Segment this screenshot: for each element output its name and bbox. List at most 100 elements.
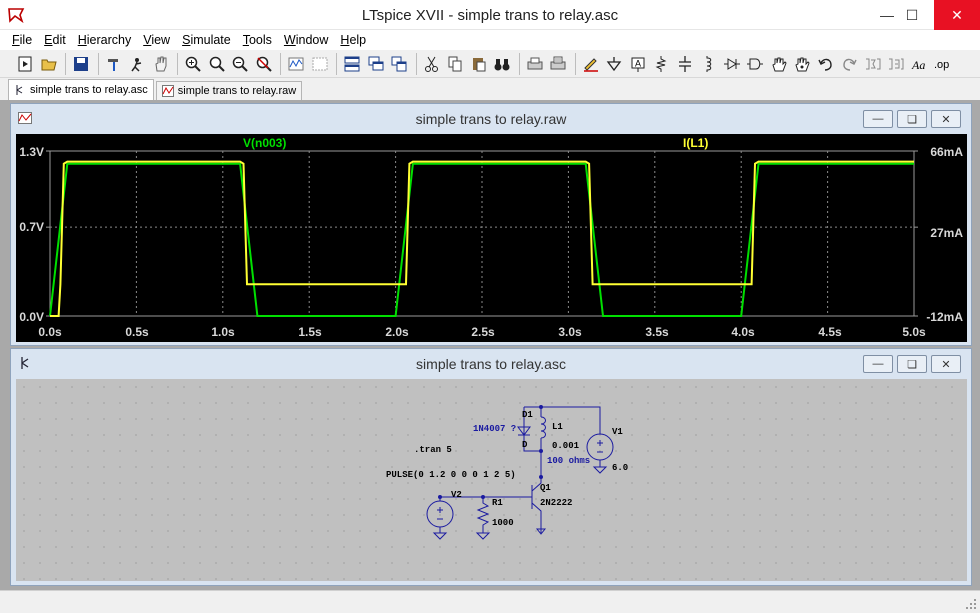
menu-bar: File Edit Hierarchy View Simulate Tools … — [0, 30, 980, 50]
move-hand-icon[interactable] — [768, 53, 790, 75]
waveform-plot[interactable]: V(n003) I(L1) 1.3V 0.7V 0.0V 66mA 27mA -… — [16, 134, 967, 342]
trace-label-voltage[interactable]: V(n003) — [243, 136, 286, 150]
label-net-icon[interactable]: A — [627, 53, 649, 75]
text-comment-icon[interactable]: Aa — [909, 53, 931, 75]
inductor-l1[interactable] — [540, 416, 546, 439]
close-button[interactable]: ✕ — [934, 0, 980, 30]
new-schematic-icon[interactable] — [14, 53, 36, 75]
menu-file[interactable]: File — [6, 33, 38, 47]
rotate-icon[interactable] — [862, 53, 884, 75]
menu-edit[interactable]: Edit — [38, 33, 72, 47]
print-setup-icon[interactable] — [524, 53, 546, 75]
x-axis-tick: 3.5s — [645, 325, 669, 339]
x-axis-tick: 4.5s — [818, 325, 842, 339]
paste-icon[interactable] — [468, 53, 490, 75]
drag-hand-icon[interactable] — [791, 53, 813, 75]
print-icon[interactable] — [547, 53, 569, 75]
waveform-minimize-button[interactable]: — — [863, 110, 893, 128]
q1-model[interactable]: 2N2222 — [540, 498, 572, 508]
tab-schematic[interactable]: simple trans to relay.asc — [8, 79, 154, 100]
waveform-window-titlebar[interactable]: simple trans to relay.raw — ❏ ✕ — [11, 104, 971, 132]
ground-symbol — [432, 532, 448, 540]
tile-horizontal-icon[interactable] — [341, 53, 363, 75]
control-panel-hammer-icon[interactable] — [103, 53, 125, 75]
maximize-button[interactable]: ☐ — [889, 0, 935, 30]
inductor-symbol-icon[interactable] — [697, 53, 719, 75]
tile-vertical-icon[interactable] — [388, 53, 410, 75]
menu-hierarchy[interactable]: Hierarchy — [72, 33, 138, 47]
l1-series-resistance[interactable]: 100 ohms — [547, 456, 590, 466]
ground-symbol — [592, 466, 608, 474]
zoom-pan-icon[interactable] — [206, 53, 228, 75]
resize-grip-icon[interactable] — [965, 598, 977, 610]
x-axis-tick: 2.0s — [385, 325, 409, 339]
left-axis-tick: 0.0V — [19, 310, 44, 324]
cut-scissors-icon[interactable] — [421, 53, 443, 75]
document-tabs: simple trans to relay.asc simple trans t… — [0, 78, 980, 100]
find-binoculars-icon[interactable] — [491, 53, 513, 75]
zoom-fit-icon[interactable] — [253, 53, 275, 75]
resistor-symbol-icon[interactable] — [650, 53, 672, 75]
menu-simulate[interactable]: Simulate — [176, 33, 237, 47]
waveform-close-button[interactable]: ✕ — [931, 110, 961, 128]
halt-hand-icon[interactable] — [150, 53, 172, 75]
zoom-in-icon[interactable] — [182, 53, 204, 75]
svg-text:A: A — [634, 58, 640, 68]
x-axis-tick: 0.5s — [125, 325, 149, 339]
trace-label-current[interactable]: I(L1) — [683, 136, 708, 150]
menu-tools[interactable]: Tools — [237, 33, 278, 47]
tab-waveform[interactable]: simple trans to relay.raw — [155, 81, 303, 100]
voltage-source-v2[interactable] — [426, 500, 454, 528]
menu-view[interactable]: View — [137, 33, 176, 47]
schematic-canvas[interactable]: .tran 5 PULSE(0 1.2 0 0 0 1 2 5) D1 1N40… — [16, 379, 967, 581]
r1-label: R1 — [492, 498, 503, 508]
draw-wire-pencil-icon[interactable] — [580, 53, 602, 75]
schematic-window-titlebar[interactable]: simple trans to relay.asc — ❏ ✕ — [11, 349, 971, 377]
redo-icon[interactable] — [838, 53, 860, 75]
component-symbol-icon[interactable] — [744, 53, 766, 75]
schematic-close-button[interactable]: ✕ — [931, 355, 961, 373]
voltage-source-v1[interactable] — [586, 433, 614, 461]
menu-window[interactable]: Window — [278, 33, 334, 47]
waveform-restore-button[interactable]: ❏ — [897, 110, 927, 128]
title-bar: LTspice XVII - simple trans to relay.asc… — [0, 0, 980, 30]
open-folder-icon[interactable] — [38, 53, 60, 75]
ground-symbol — [475, 532, 491, 540]
d1-model[interactable]: 1N4007 ? — [473, 424, 516, 434]
status-bar — [0, 590, 980, 613]
diode-d1[interactable] — [517, 421, 531, 437]
zoom-out-icon[interactable] — [229, 53, 251, 75]
r1-value[interactable]: 1000 — [492, 518, 514, 528]
run-simulation-icon[interactable] — [126, 53, 148, 75]
left-axis-tick: 1.3V — [19, 145, 44, 159]
cascade-icon[interactable] — [365, 53, 387, 75]
mirror-icon[interactable] — [885, 53, 907, 75]
save-icon[interactable] — [70, 53, 92, 75]
autorange-icon[interactable] — [285, 53, 307, 75]
right-axis-tick: 66mA — [930, 145, 963, 159]
svg-text:.op: .op — [934, 59, 949, 71]
resistor-r1[interactable] — [476, 497, 490, 533]
capacitor-symbol-icon[interactable] — [674, 53, 696, 75]
l1-value[interactable]: 0.001 — [552, 441, 580, 451]
junction-dot — [539, 475, 543, 479]
copy-icon[interactable] — [444, 53, 466, 75]
schematic-minimize-button[interactable]: — — [863, 355, 893, 373]
schematic-restore-button[interactable]: ❏ — [897, 355, 927, 373]
pulse-value[interactable]: PULSE(0 1.2 0 0 0 1 2 5) — [386, 470, 516, 480]
tran-directive[interactable]: .tran 5 — [414, 445, 452, 455]
d1-pin-label: D — [522, 440, 528, 450]
waveform-file-icon — [161, 85, 174, 97]
v1-value[interactable]: 6.0 — [612, 463, 628, 473]
v2-label: V2 — [451, 490, 462, 500]
undo-icon[interactable] — [815, 53, 837, 75]
junction-dot — [539, 449, 543, 453]
mark-traces-icon[interactable] — [309, 53, 331, 75]
spice-directive-icon[interactable]: .op — [932, 53, 954, 75]
ground-symbol-icon[interactable] — [603, 53, 625, 75]
junction-dot — [539, 405, 543, 409]
schematic-window: simple trans to relay.asc — ❏ ✕ .tran 5 … — [10, 348, 972, 586]
x-axis-tick: 3.0s — [558, 325, 582, 339]
menu-help[interactable]: Help — [334, 33, 372, 47]
diode-symbol-icon[interactable] — [721, 53, 743, 75]
